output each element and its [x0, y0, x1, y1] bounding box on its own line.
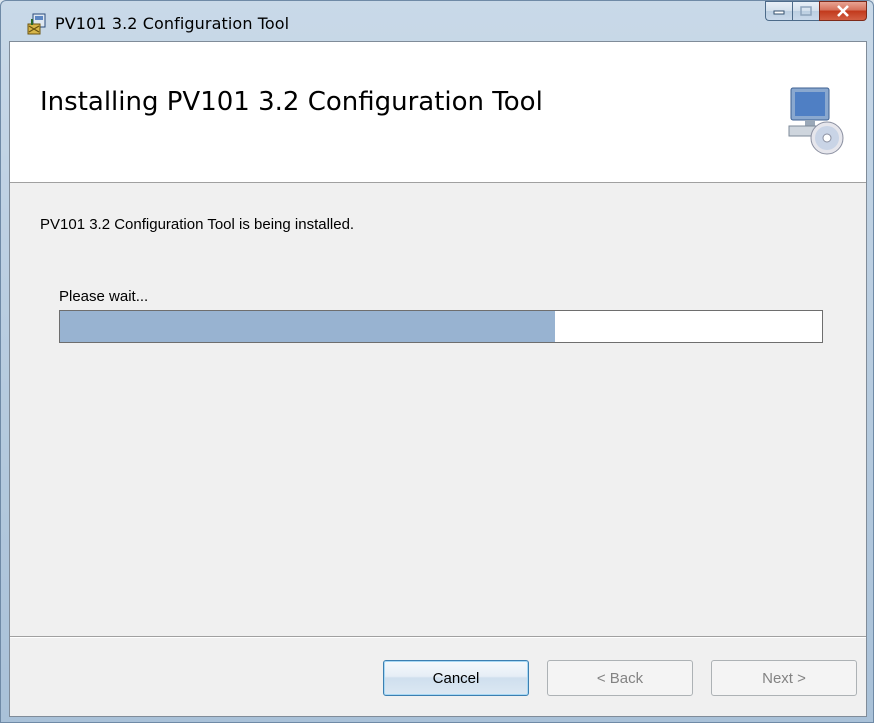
back-button[interactable]: < Back: [547, 660, 693, 696]
next-button[interactable]: Next >: [711, 660, 857, 696]
close-button[interactable]: [819, 1, 867, 21]
status-message: PV101 3.2 Configuration Tool is being in…: [40, 216, 355, 233]
title-bar[interactable]: PV101 3.2 Configuration Tool: [1, 1, 873, 41]
banner-title: Installing PV101 3.2 Configuration Tool: [40, 87, 543, 117]
close-icon: [837, 5, 849, 17]
computer-with-disc-icon: [788, 87, 844, 155]
please-wait-label: Please wait...: [59, 288, 149, 305]
window-title: PV101 3.2 Configuration Tool: [55, 14, 290, 33]
dialog-client-area: Installing PV101 3.2 Configuration Tool …: [9, 41, 867, 717]
header-banner: Installing PV101 3.2 Configuration Tool: [10, 42, 866, 183]
minimize-icon: [773, 10, 785, 15]
installer-window: PV101 3.2 Configuration Tool Installing …: [0, 0, 874, 723]
install-progress-bar: [59, 310, 823, 343]
maximize-icon: [800, 6, 812, 16]
caption-buttons: [765, 1, 867, 21]
progress-fill: [60, 311, 556, 342]
cancel-button[interactable]: Cancel: [383, 660, 529, 696]
installer-package-icon: [27, 13, 46, 35]
footer-divider: [10, 636, 866, 638]
maximize-button[interactable]: [792, 1, 819, 21]
minimize-button[interactable]: [765, 1, 792, 21]
